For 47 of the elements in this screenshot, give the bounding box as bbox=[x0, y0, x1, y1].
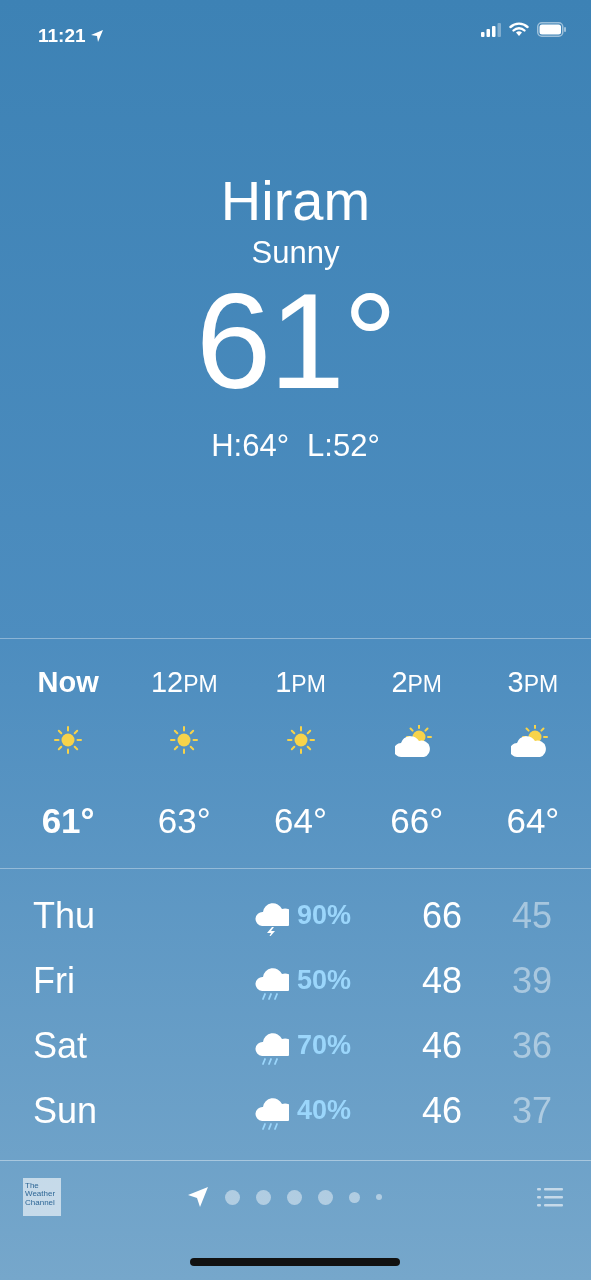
list-icon[interactable] bbox=[537, 1187, 563, 1207]
wifi-icon bbox=[509, 22, 529, 37]
hour-label: 2PM bbox=[391, 665, 443, 700]
page-dot[interactable] bbox=[224, 1189, 240, 1205]
hourly-temperature: 64° bbox=[506, 800, 560, 842]
hourly-temperature: 66° bbox=[390, 800, 444, 842]
precipitation-chance: 70% bbox=[297, 1029, 353, 1063]
high-temperature: 48 bbox=[420, 958, 462, 1003]
location-arrow-icon[interactable] bbox=[186, 1186, 209, 1208]
signal-icon bbox=[481, 22, 501, 37]
hourly-temperature: 63° bbox=[157, 800, 211, 842]
low-temperature: 37 bbox=[510, 1088, 552, 1133]
precipitation-chance: 50% bbox=[297, 964, 353, 998]
high-temperature: 46 bbox=[420, 1088, 462, 1133]
high-temperature: 46 bbox=[420, 1023, 462, 1068]
day-name: Fri bbox=[32, 958, 76, 1003]
low-temperature: 45 bbox=[510, 893, 552, 938]
hour-label: Now bbox=[37, 665, 99, 700]
high-temperature: 66 bbox=[420, 893, 462, 938]
day-name: Thu bbox=[32, 893, 97, 938]
page-dot[interactable] bbox=[317, 1189, 333, 1205]
weather-condition: Sunny bbox=[251, 233, 340, 271]
current-temperature: 61° bbox=[195, 272, 396, 409]
sun-icon bbox=[53, 725, 84, 755]
sun-icon bbox=[285, 725, 316, 755]
low-temperature: 39 bbox=[510, 958, 552, 1003]
precipitation-chance: 90% bbox=[297, 899, 353, 933]
home-indicator[interactable] bbox=[190, 1258, 400, 1266]
hour-label: 12PM bbox=[150, 665, 218, 700]
sun-icon bbox=[169, 725, 200, 755]
page-dot[interactable] bbox=[255, 1189, 271, 1205]
hour-label: 3PM bbox=[507, 665, 559, 700]
day-name: Sat bbox=[32, 1023, 89, 1068]
page-dot[interactable] bbox=[348, 1191, 360, 1203]
high-temperature: H:64° bbox=[211, 426, 290, 465]
day-name: Sun bbox=[32, 1088, 99, 1133]
battery-icon bbox=[537, 22, 567, 37]
hourly-temperature: 64° bbox=[274, 800, 327, 842]
low-temperature: 36 bbox=[510, 1023, 552, 1068]
page-dot[interactable] bbox=[375, 1194, 382, 1200]
city-name: Hiram bbox=[220, 170, 371, 232]
low-temperature: L:52° bbox=[307, 426, 380, 465]
weather-channel-logo[interactable]: The Weather Channel bbox=[23, 1178, 61, 1216]
hour-label: 1PM bbox=[275, 665, 326, 700]
hourly-temperature: 61° bbox=[41, 800, 95, 842]
clock-time: 11:21 bbox=[38, 24, 86, 48]
page-dot[interactable] bbox=[286, 1189, 302, 1205]
